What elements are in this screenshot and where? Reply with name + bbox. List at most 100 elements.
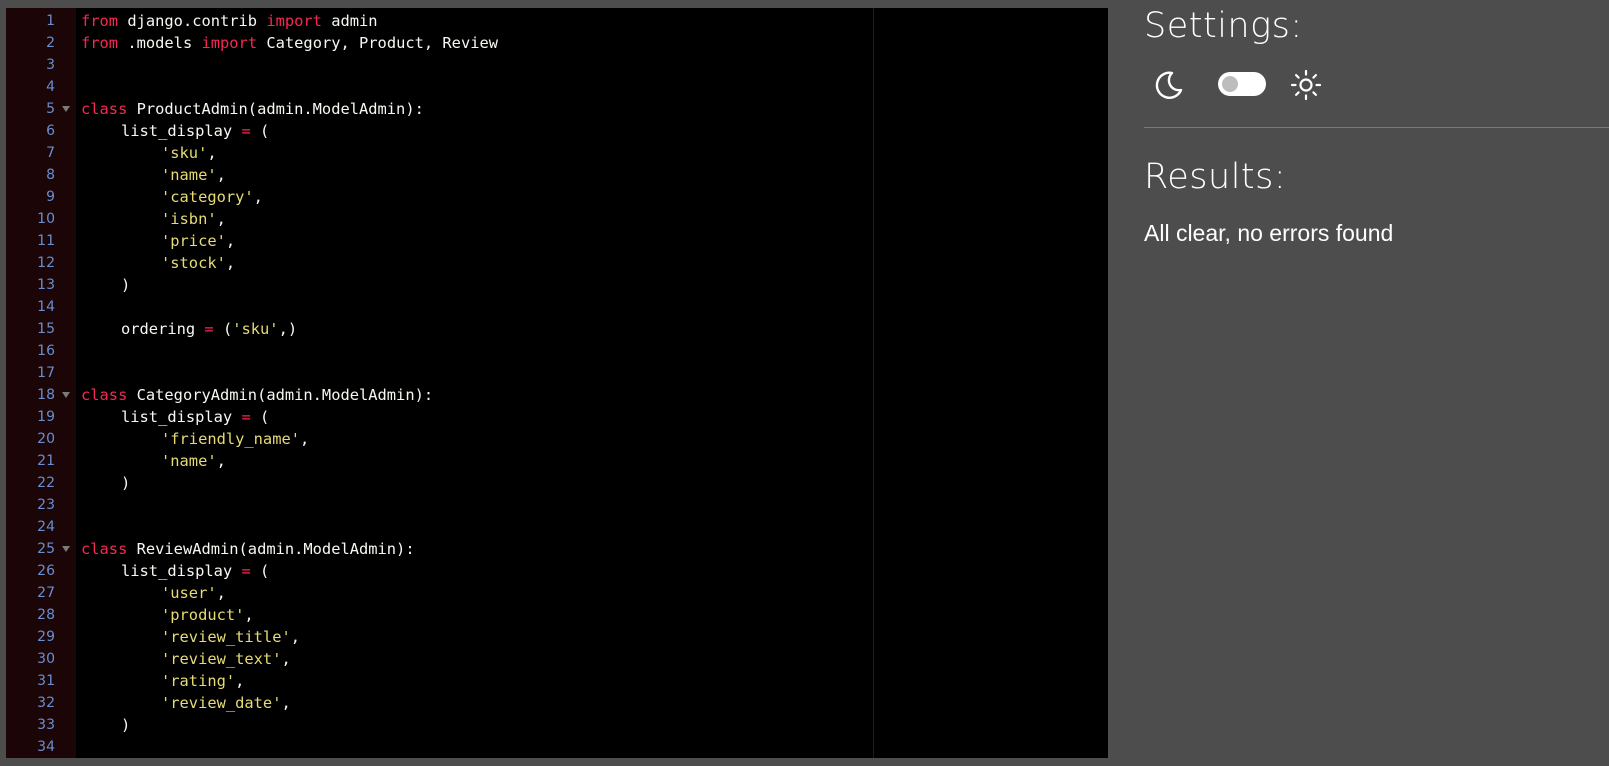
code-line[interactable]: 9 'category', — [6, 186, 1108, 208]
code-line[interactable]: 8 'name', — [6, 164, 1108, 186]
line-number: 10 — [37, 211, 55, 227]
code-line[interactable]: 29 'review_title', — [6, 626, 1108, 648]
code-line[interactable]: 2 from .models import Category, Product, … — [6, 32, 1108, 54]
line-number: 19 — [37, 409, 55, 425]
code-line[interactable]: 14 — [6, 296, 1108, 318]
code-text: 'category', — [81, 186, 263, 208]
line-number: 25 — [37, 541, 55, 557]
code-text: 'review_title', — [81, 626, 300, 648]
line-number: 18 — [37, 387, 55, 403]
code-text: 'isbn', — [81, 208, 226, 230]
code-token: ordering — [121, 320, 205, 338]
code-token: , — [290, 628, 301, 646]
line-number: 31 — [37, 673, 55, 689]
line-number: 14 — [37, 299, 55, 315]
code-token: ) — [121, 276, 131, 294]
code-token: , — [216, 210, 226, 228]
code-line[interactable]: 28 'product', — [6, 604, 1108, 626]
code-line[interactable]: 27 'user', — [6, 582, 1108, 604]
code-lines[interactable]: 1 from django.contrib import admin 2 from .… — [6, 10, 1108, 758]
code-line[interactable]: 16 — [6, 340, 1108, 362]
code-token: django.contrib — [118, 12, 267, 30]
code-token: 'product' — [161, 606, 245, 624]
code-token: , — [207, 144, 217, 162]
code-line[interactable]: 3 — [6, 54, 1108, 76]
code-text: list_display = ( — [81, 406, 269, 428]
code-line[interactable]: 22) — [6, 472, 1108, 494]
code-line[interactable]: 17 — [6, 362, 1108, 384]
code-line[interactable]: 19 list_display = ( — [6, 406, 1108, 428]
code-token: 'sku' — [161, 144, 208, 162]
code-token: , — [216, 584, 226, 602]
code-text: from django.contrib import admin — [81, 10, 378, 32]
code-text: class ProductAdmin(admin.ModelAdmin): — [81, 98, 424, 120]
results-message: All clear, no errors found — [1144, 220, 1394, 246]
moon-icon — [1155, 71, 1183, 99]
code-token: 'friendly_name' — [161, 430, 300, 448]
code-token: .models — [118, 34, 202, 52]
code-line[interactable]: 15 ordering = ('sku',) — [6, 318, 1108, 340]
line-number: 1 — [46, 13, 55, 29]
code-token: class — [81, 540, 128, 558]
code-text: list_display = ( — [81, 560, 269, 582]
line-number: 11 — [37, 233, 55, 249]
code-text: 'stock', — [81, 252, 235, 274]
code-text: ) — [81, 714, 130, 736]
code-line[interactable]: 11 'price', — [6, 230, 1108, 252]
line-number: 6 — [46, 123, 55, 139]
line-number: 2 — [46, 35, 55, 51]
code-line[interactable]: 33) — [6, 714, 1108, 736]
code-text: ) — [81, 274, 130, 296]
code-text: class ReviewAdmin(admin.ModelAdmin): — [81, 538, 415, 560]
code-line[interactable]: 26 list_display = ( — [6, 560, 1108, 582]
fold-toggle-icon[interactable] — [62, 106, 70, 112]
code-line[interactable]: 12 'stock', — [6, 252, 1108, 274]
code-line[interactable]: 6 list_display = ( — [6, 120, 1108, 142]
code-text: from .models import Category, Product, R… — [81, 32, 498, 54]
theme-toggle[interactable] — [1218, 72, 1266, 96]
code-line[interactable]: 21 'name', — [6, 450, 1108, 472]
code-token: CategoryAdmin(admin.ModelAdmin): — [127, 386, 434, 404]
fold-toggle-icon[interactable] — [62, 392, 70, 398]
code-line[interactable]: 30 'review_text', — [6, 648, 1108, 670]
toggle-knob — [1222, 76, 1238, 92]
code-line[interactable]: 20 'friendly_name', — [6, 428, 1108, 450]
code-token: list_display — [121, 562, 242, 580]
code-line[interactable]: 1 from django.contrib import admin — [6, 10, 1108, 32]
code-token: 'rating' — [161, 672, 236, 690]
code-line[interactable]: 7 'sku', — [6, 142, 1108, 164]
code-token: Category, Product, Review — [257, 34, 499, 52]
code-text: ) — [81, 472, 130, 494]
line-number: 12 — [37, 255, 55, 271]
code-token: ) — [121, 474, 131, 492]
code-token: ( — [250, 562, 270, 580]
line-number: 30 — [37, 651, 55, 667]
code-token: 'review_title' — [161, 628, 291, 646]
settings-heading: Settings: — [1144, 6, 1303, 46]
line-number: 5 — [46, 101, 55, 117]
code-editor[interactable]: 1 from django.contrib import admin 2 from .… — [6, 8, 1108, 758]
line-number: 15 — [37, 321, 55, 337]
code-line[interactable]: 10 'isbn', — [6, 208, 1108, 230]
code-token: class — [81, 100, 128, 118]
code-token: 'user' — [161, 584, 217, 602]
code-token: , — [281, 650, 291, 668]
code-line[interactable]: 23 — [6, 494, 1108, 516]
fold-toggle-icon[interactable] — [62, 546, 70, 552]
code-line[interactable]: 24 — [6, 516, 1108, 538]
code-line[interactable]: 25 class ReviewAdmin(admin.ModelAdmin): — [6, 538, 1108, 560]
sun-icon — [1290, 69, 1322, 101]
code-text: 'name', — [81, 164, 226, 186]
code-line[interactable]: 18 class CategoryAdmin(admin.ModelAdmin): — [6, 384, 1108, 406]
code-line[interactable]: 13) — [6, 274, 1108, 296]
code-token: class — [81, 386, 128, 404]
code-line[interactable]: 4 — [6, 76, 1108, 98]
code-line[interactable]: 32 'review_date', — [6, 692, 1108, 714]
code-line[interactable]: 34 — [6, 736, 1108, 758]
code-text: 'sku', — [81, 142, 217, 164]
code-line[interactable]: 5 class ProductAdmin(admin.ModelAdmin): — [6, 98, 1108, 120]
code-token: 'price' — [161, 232, 226, 250]
code-token: , — [281, 694, 291, 712]
code-line[interactable]: 31 'rating', — [6, 670, 1108, 692]
code-token: import — [266, 12, 322, 30]
